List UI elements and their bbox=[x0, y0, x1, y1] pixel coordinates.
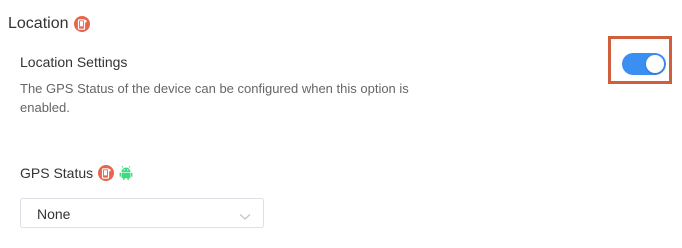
gps-status-select[interactable]: None bbox=[20, 198, 264, 228]
location-settings-toggle[interactable] bbox=[622, 53, 666, 75]
location-settings-title: Location Settings bbox=[20, 54, 128, 70]
gps-status-label: GPS Status bbox=[20, 165, 94, 181]
section-title: Location bbox=[8, 15, 69, 32]
gps-status-label-row: GPS Status bbox=[20, 164, 134, 182]
section-header: Location bbox=[8, 14, 90, 34]
ios-device-icon bbox=[98, 165, 115, 181]
chevron-down-icon bbox=[239, 208, 251, 226]
gps-status-selected-value: None bbox=[37, 206, 71, 222]
ios-device-icon bbox=[73, 16, 90, 32]
android-icon bbox=[118, 165, 134, 181]
toggle-knob bbox=[646, 55, 664, 73]
location-settings-description: The GPS Status of the device can be conf… bbox=[20, 81, 409, 115]
